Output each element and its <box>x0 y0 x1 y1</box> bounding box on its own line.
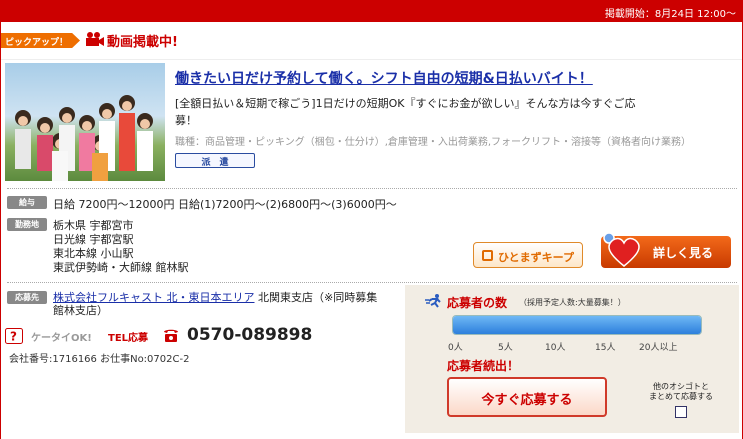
location-line: 東北本線 小山駅 <box>53 247 134 260</box>
bulk-apply-label-line: 他のオシゴトと <box>653 382 709 391</box>
applicant-progress-fill <box>453 316 701 334</box>
divider <box>7 188 737 189</box>
job-card: 掲載開始：8月24日 12:00～ ピックアップ！ 動画掲載中! 働きたい日だけ… <box>0 0 743 439</box>
applicant-subtitle: （採用予定人数:大量募集！） <box>519 298 626 307</box>
posted-date-bar: 掲載開始：8月24日 12:00～ <box>1 0 742 22</box>
applicant-panel: 応募者の数 （採用予定人数:大量募集！） 0人 5人 10人 15人 20人以上… <box>405 285 739 433</box>
job-title-link[interactable]: 働きたい日だけ予約して働く。シフト自由の短期&日払いバイト！ <box>175 68 735 88</box>
pickup-badge: ピックアップ！ <box>1 33 81 48</box>
progress-tick: 10人 <box>545 343 566 353</box>
job-description: [全額日払い＆短期で稼ごう]1日だけの短期OK『すぐにお金が欲しい』そんな方は今… <box>175 95 715 129</box>
company-branch: 北関東支店（※同時募集 <box>254 291 378 304</box>
salary-text: 日給 7200円～12000円 日給(1)7200円～(2)6800円～(3)6… <box>53 198 397 211</box>
applicant-status: 応募者続出！ <box>447 359 520 373</box>
runner-icon <box>425 294 441 308</box>
divider <box>7 282 737 283</box>
location-label: 勤務地 <box>7 218 47 231</box>
bookmark-icon <box>482 250 493 261</box>
job-description-line: 募！ <box>175 114 197 127</box>
job-ids: 会社番号:1716166 お仕事No:0702C-2 <box>9 354 190 365</box>
keep-button-label: ひとまずキープ <box>498 251 575 264</box>
company-label: 応募先 <box>7 291 47 304</box>
bulk-apply-checkbox[interactable] <box>675 406 687 418</box>
bulk-apply-label-line: まとめて応募する <box>649 392 713 401</box>
heart-icon <box>603 232 640 267</box>
job-description-line: [全額日払い＆短期で稼ごう]1日だけの短期OK『すぐにお金が欲しい』そんな方は今… <box>175 97 636 110</box>
apply-now-button[interactable]: 今すぐ応募する <box>447 377 607 417</box>
video-posted-label: 動画掲載中! <box>107 35 178 50</box>
progress-tick: 20人以上 <box>639 343 678 353</box>
location-line: 東武伊勢崎・大師線 館林駅 <box>53 261 189 274</box>
job-photo[interactable] <box>5 63 165 181</box>
company-info: 株式会社フルキャスト 北・東日本エリア 北関東支店（※同時募集 館林支店） <box>53 291 403 317</box>
phone-number[interactable]: 0570-089898 <box>187 325 312 345</box>
salary-label: 給与 <box>7 196 47 209</box>
detail-button-label: 詳しく見る <box>653 246 714 260</box>
help-icon[interactable]: ? <box>5 328 23 344</box>
company-branch-cont: 館林支店） <box>53 304 108 317</box>
location-line: 栃木県 宇都宮市 <box>53 219 134 232</box>
applicant-title: 応募者の数 <box>447 296 508 310</box>
bulk-apply-label: 他のオシゴトと まとめて応募する <box>641 382 721 402</box>
tel-apply-label: TEL応募 <box>108 333 149 344</box>
group-photo-illustration <box>15 95 153 181</box>
mobile-ok-label: ケータイOK! <box>31 333 92 344</box>
job-categories: 職種：商品管理・ピッキング（梱包・仕分け）,倉庫管理・入出荷業務,フォークリフト… <box>175 137 692 148</box>
posted-date: 掲載開始：8月24日 12:00～ <box>604 9 736 20</box>
svg-text:?: ? <box>10 330 17 344</box>
pickup-row: ピックアップ！ 動画掲載中! <box>1 22 742 60</box>
applicant-progress-bar <box>452 315 702 335</box>
company-name-link[interactable]: 株式会社フルキャスト 北・東日本エリア <box>53 291 255 304</box>
progress-tick: 5人 <box>498 343 513 353</box>
employment-type-badge: 派 遣 <box>175 153 255 168</box>
video-camera-icon <box>86 32 104 46</box>
phone-icon <box>164 329 178 342</box>
location-line: 日光線 宇都宮駅 <box>53 233 134 246</box>
progress-tick: 0人 <box>448 343 463 353</box>
keep-button[interactable]: ひとまずキープ <box>473 242 583 268</box>
progress-tick: 15人 <box>595 343 616 353</box>
detail-button[interactable]: 詳しく見る <box>601 232 731 268</box>
